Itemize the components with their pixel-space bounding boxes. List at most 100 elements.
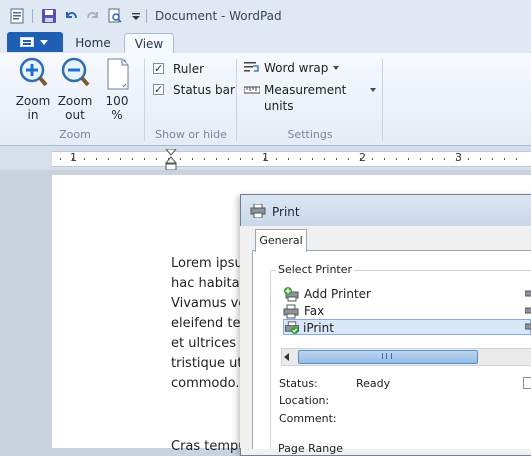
ruler-tick xyxy=(240,158,241,160)
print-preview-icon[interactable] xyxy=(107,8,123,24)
ruler-tick xyxy=(468,158,469,160)
zoom-in-label-1: Zoom xyxy=(15,94,51,108)
page-range-label: Page Range xyxy=(278,442,343,455)
ruler-tick xyxy=(396,158,397,160)
printer-name: Add Printer xyxy=(304,287,371,301)
ruler-tick xyxy=(156,158,157,160)
location-label: Location: xyxy=(279,394,330,407)
ruler-tick xyxy=(384,158,385,160)
zoom-out-icon xyxy=(61,57,90,87)
ruler[interactable]: 1 1 2 3 xyxy=(52,149,531,171)
ruler-tick xyxy=(348,158,349,160)
status-bar-checkbox[interactable]: Status bar xyxy=(153,82,243,98)
zoom-100-label-1: 100 xyxy=(105,94,129,108)
word-wrap-dropdown[interactable]: Word wrap xyxy=(244,60,339,76)
ruler-tick xyxy=(372,158,373,160)
fax-printer-icon xyxy=(283,304,299,319)
document-line: eleifend te xyxy=(171,316,241,331)
measurement-units-dropdown[interactable]: Measurement units xyxy=(244,82,376,113)
wordpad-app-icon[interactable] xyxy=(9,8,25,24)
scrollbar-grip-icon xyxy=(382,353,392,359)
printer-list-scrollbar[interactable] xyxy=(281,348,531,366)
select-printer-label: Select Printer xyxy=(276,263,355,276)
ruler-tick xyxy=(324,158,325,160)
redo-icon[interactable] xyxy=(85,8,101,24)
ruler-tick xyxy=(228,158,229,160)
document-line: et ultrices p xyxy=(171,336,249,351)
ruler-label: Ruler xyxy=(173,62,205,76)
app-menu-icon xyxy=(20,37,34,47)
ruler-tick xyxy=(300,158,301,160)
group-separator xyxy=(382,59,383,141)
ruler-tick xyxy=(276,158,277,160)
word-wrap-label: Word wrap xyxy=(264,61,329,75)
ruler-tick xyxy=(264,158,265,160)
ruler-tick xyxy=(144,158,145,160)
ruler-tick xyxy=(84,158,85,160)
zoom-out-button[interactable]: Zoom out xyxy=(57,57,93,122)
document-line: Vivamus ve xyxy=(171,296,247,311)
group-separator xyxy=(144,59,145,141)
zoom-in-label-2: in xyxy=(27,108,39,122)
chevron-down-icon xyxy=(370,88,376,92)
printer-name: iPrint xyxy=(303,321,334,335)
zoom-out-label-1: Zoom xyxy=(57,94,93,108)
printer-item-iprint[interactable]: iPrint xyxy=(283,319,531,335)
ruler-checkbox[interactable]: Ruler xyxy=(153,61,233,77)
ruler-tick xyxy=(492,158,493,160)
ruler-tick xyxy=(252,158,253,160)
printer-icon xyxy=(250,204,266,218)
tab-view[interactable]: View xyxy=(124,33,174,54)
word-wrap-icon xyxy=(244,62,259,72)
zoom-group-label: Zoom xyxy=(59,128,91,141)
indent-marker-icon[interactable] xyxy=(165,149,177,171)
print-to-file-checkbox[interactable] xyxy=(523,377,531,389)
ruler-tick xyxy=(180,158,181,160)
document-line: Lorem ipsu xyxy=(171,256,243,271)
print-dialog-title-bar[interactable]: Print xyxy=(241,195,531,227)
ruler-tick xyxy=(504,158,505,160)
ruler-tick xyxy=(132,158,133,160)
chevron-down-icon xyxy=(333,66,339,70)
ribbon-view-panel: Zoom in Zoom out 100 % Zoom Ruler Status… xyxy=(0,53,531,146)
ruler-tick xyxy=(480,158,481,160)
ruler-tick xyxy=(420,158,421,160)
print-dialog-title: Print xyxy=(272,205,300,219)
ruler-tick xyxy=(336,158,337,160)
document-line: Cras tempu xyxy=(171,439,247,454)
tab-home[interactable]: Home xyxy=(68,33,118,53)
scroll-left-arrow-icon[interactable] xyxy=(284,353,289,361)
iprint-printer-icon xyxy=(284,321,300,335)
chevron-down-icon xyxy=(40,40,48,45)
ruler-bar: 1 1 2 3 xyxy=(0,146,531,171)
qat-separator xyxy=(146,9,147,23)
page-100-icon xyxy=(107,58,129,90)
group-separator xyxy=(236,59,237,141)
tab-general[interactable]: General xyxy=(255,229,307,252)
ruler-tick xyxy=(204,158,205,160)
zoom-100-button[interactable]: 100 % xyxy=(100,57,134,122)
zoom-in-button[interactable]: Zoom in xyxy=(15,57,51,122)
application-menu-button[interactable] xyxy=(7,32,63,52)
ruler-tick xyxy=(516,158,517,160)
undo-icon[interactable] xyxy=(63,8,79,24)
printer-item-add-printer[interactable]: Add Printer xyxy=(282,286,482,302)
status-value: Ready xyxy=(356,377,391,390)
printer-name: Fax xyxy=(304,304,325,318)
ruler-tick xyxy=(312,158,313,160)
checkbox-checked xyxy=(153,61,164,77)
customize-qat-icon[interactable] xyxy=(128,8,144,24)
printer-item-fax[interactable]: Fax xyxy=(282,303,482,319)
ruler-tick xyxy=(96,158,97,160)
save-icon[interactable] xyxy=(41,8,57,24)
checkbox-checked xyxy=(153,82,164,98)
ruler-tick xyxy=(360,158,361,160)
measurement-units-icon xyxy=(244,86,260,94)
ruler-tick xyxy=(432,158,433,160)
scrollbar-thumb[interactable] xyxy=(298,350,478,364)
status-bar-label: Status bar xyxy=(173,83,235,97)
ruler-tick xyxy=(456,158,457,160)
printer-icon xyxy=(525,307,531,314)
ruler-tick xyxy=(408,158,409,160)
ruler-tick xyxy=(288,158,289,160)
